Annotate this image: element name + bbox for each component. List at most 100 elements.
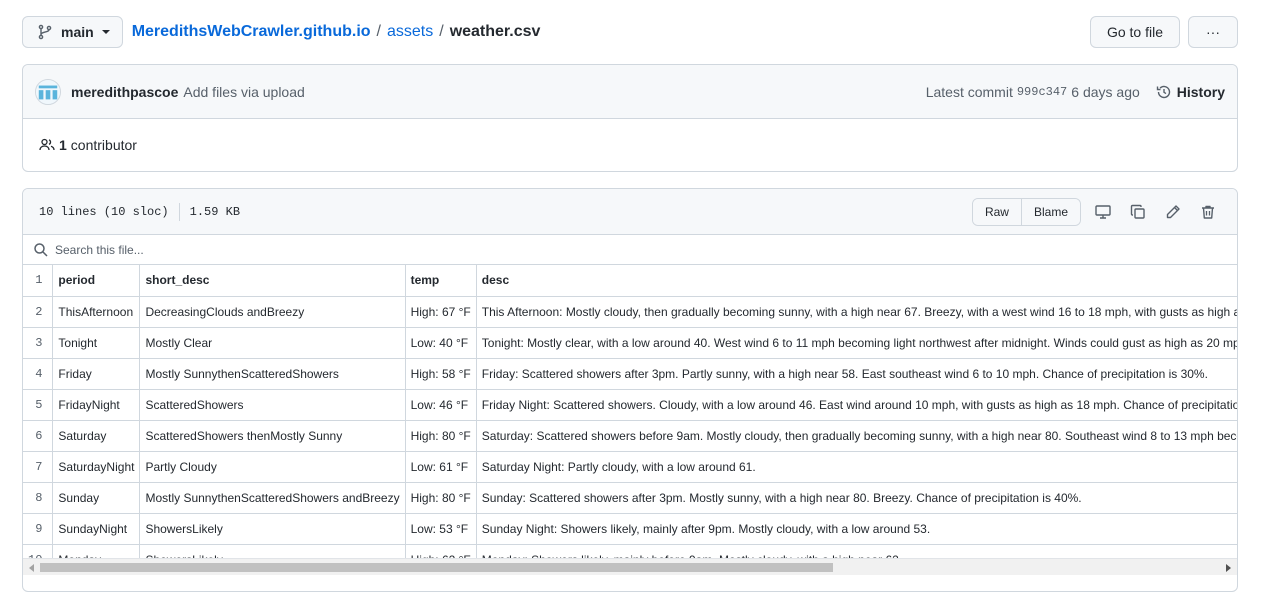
line-number[interactable]: 8 [23,481,54,513]
file-viewer: 10 lines (10 sloc) 1.59 KB Raw Blame Sea… [22,188,1238,592]
line-number[interactable]: 4 [23,357,54,389]
pencil-icon [1166,204,1180,218]
contributor-label: contributor [70,137,137,153]
chevron-down-icon [101,30,110,34]
copy-icon [1130,204,1145,219]
table-cell: Friday Night: Scattered showers. Cloudy,… [476,388,1237,420]
contributor-count: 1 [59,137,67,153]
breadcrumb: MeredithsWebCrawler.github.io / assets /… [132,23,541,41]
divider [178,202,180,221]
table-cell: Sunday Night: Showers likely, mainly aft… [476,512,1237,544]
table-cell: ScatteredShowers [139,388,406,420]
breadcrumb-folder-link[interactable]: assets [387,23,433,41]
latest-commit-row: meredithpascoe Add files via upload Late… [23,65,1237,119]
table-cell: ShowersLikely [139,512,406,544]
table-cell: Sunday [52,481,141,513]
breadcrumb-file-name: weather.csv [449,23,541,40]
commit-author[interactable]: meredithpascoe [71,84,178,100]
scrollbar-thumb[interactable] [40,563,833,572]
table-row: 3 Tonight Mostly Clear Low: 40 °F Tonight: M… [23,326,1237,358]
commit-box: meredithpascoe Add files via upload Late… [22,64,1238,172]
table-cell: Low: 40 °F [405,326,477,358]
table-row: 8 Sunday Mostly SunnythenScatteredShowers … [23,481,1237,513]
contributors-row[interactable]: 1 contributor [23,119,1237,171]
avatar[interactable] [35,78,61,105]
desktop-button[interactable] [1090,198,1116,226]
table-row: 9 SundayNight ShowersLikely Low: 53 °F Sunda… [23,512,1237,544]
line-number[interactable]: 2 [23,295,54,327]
file-navigation: main MeredithsWebCrawler.github.io / ass… [22,16,1238,48]
line-number[interactable]: 5 [23,388,54,420]
table-cell: Saturday [52,419,141,451]
search-icon [34,242,48,257]
copy-button[interactable] [1125,198,1151,226]
latest-commit-label: Latest commit [925,83,1013,100]
column-header: period [52,265,141,296]
table-row: 2 ThisAfternoon DecreasingClouds andBreezy… [23,295,1237,327]
scroll-right-icon[interactable] [1226,564,1231,572]
file-search-input[interactable] [55,242,455,257]
line-number[interactable]: 1 [23,265,54,296]
breadcrumb-separator: / [439,23,444,40]
csv-table-container: 1 period short_desc temp desc 2 ThisAfternoon D… [23,265,1237,575]
identicon-icon [36,79,60,104]
scroll-left-icon[interactable] [29,564,34,572]
table-cell: ScatteredShowers thenMostly Sunny [139,419,406,451]
table-cell: Mostly SunnythenScatteredShowers [139,357,406,389]
table-cell: High: 67 °F [405,295,477,327]
trash-icon [1202,205,1214,219]
people-icon [39,138,55,151]
commit-message[interactable]: Add files via upload [183,84,304,100]
table-cell: Sunday: Scattered showers after 3pm. Mos… [476,481,1237,513]
commit-meta: Latest commit 999c347 6 days ago History [926,84,1225,100]
table-cell: High: 80 °F [405,419,477,451]
table-cell: ThisAfternoon [52,295,141,327]
raw-button[interactable]: Raw [972,198,1021,225]
table-cell: Friday: Scattered showers after 3pm. Par… [476,357,1237,389]
table-cell: DecreasingClouds andBreezy [139,295,406,327]
line-number[interactable]: 9 [23,512,54,544]
table-row: 7 SaturdayNight Partly Cloudy Low: 61 °F Sat… [23,450,1237,482]
edit-button[interactable] [1160,198,1186,226]
table-cell: High: 80 °F [405,481,477,513]
go-to-file-button[interactable]: Go to file [1089,16,1180,48]
more-options-button[interactable]: ··· [1188,16,1238,48]
file-size: 1.59 KB [189,204,241,219]
commit-sha[interactable]: 999c347 [1017,85,1067,99]
git-branch-icon [38,24,52,40]
history-label: History [1176,83,1225,100]
file-info: 10 lines (10 sloc) 1.59 KB [39,202,241,221]
history-link[interactable]: History [1156,84,1225,100]
table-row: 5 FridayNight ScatteredShowers Low: 46 °F Fr… [23,388,1237,420]
line-number[interactable]: 6 [23,419,54,451]
history-icon [1156,85,1170,98]
line-number[interactable]: 3 [23,326,54,358]
top-actions: Go to file ··· [1089,16,1238,48]
branch-selector[interactable]: main [22,16,123,48]
table-cell: This Afternoon: Mostly cloudy, then grad… [476,295,1237,327]
table-cell: Partly Cloudy [139,450,406,482]
table-row: 4 Friday Mostly SunnythenScatteredShowers H… [23,357,1237,389]
table-cell: Mostly Clear [139,326,406,358]
blame-button[interactable]: Blame [1020,198,1080,225]
branch-name: main [61,24,94,40]
table-cell: Tonight [52,326,141,358]
line-number[interactable]: 7 [23,450,54,482]
table-cell: Saturday: Scattered showers before 9am. … [476,419,1237,451]
breadcrumb-repo-link[interactable]: MeredithsWebCrawler.github.io [132,23,371,41]
column-header: short_desc [139,265,406,296]
column-header: desc [476,265,1237,296]
table-cell: SaturdayNight [52,450,141,482]
file-line-count: 10 lines (10 sloc) [39,204,169,219]
table-cell: Tonight: Mostly clear, with a low around… [476,326,1237,358]
table-cell: Low: 61 °F [405,450,477,482]
file-search-bar [23,235,1237,265]
csv-table: 1 period short_desc temp desc 2 ThisAfternoon D… [23,265,1237,575]
raw-blame-group: Raw Blame [971,197,1081,226]
delete-button[interactable] [1195,198,1221,226]
table-cell: FridayNight [52,388,141,420]
desktop-icon [1095,204,1111,219]
horizontal-scrollbar[interactable] [23,558,1237,575]
file-header: 10 lines (10 sloc) 1.59 KB Raw Blame [23,189,1237,235]
file-actions: Raw Blame [971,197,1221,226]
